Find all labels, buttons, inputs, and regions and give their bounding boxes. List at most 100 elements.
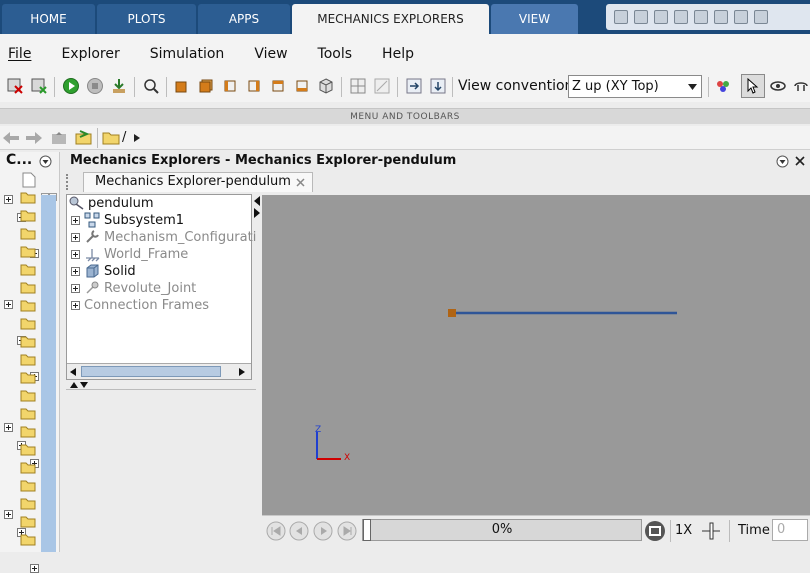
folder-icon[interactable] xyxy=(20,281,36,294)
tree-item-world-frame[interactable]: World_Frame xyxy=(71,246,188,262)
cut-icon[interactable] xyxy=(634,10,648,24)
pan-view-icon[interactable] xyxy=(792,77,810,95)
expand-icon[interactable] xyxy=(71,232,80,242)
tab-view[interactable]: VIEW xyxy=(491,4,578,34)
menu-help[interactable]: Help xyxy=(377,46,419,62)
play-back-icon[interactable] xyxy=(313,521,333,541)
collapse-panel-icon[interactable] xyxy=(254,196,260,218)
redo-icon[interactable] xyxy=(714,10,728,24)
view-right-icon[interactable] xyxy=(245,77,263,95)
expand-icon[interactable] xyxy=(71,249,80,259)
view-front-icon[interactable] xyxy=(173,77,191,95)
expand-right-icon[interactable] xyxy=(405,77,423,95)
view-back-icon[interactable] xyxy=(197,77,215,95)
folder-icon[interactable] xyxy=(20,497,36,510)
expand-icon[interactable] xyxy=(4,195,13,204)
tree-item-mechanism-configuration[interactable]: Mechanism_Configurati xyxy=(71,229,256,245)
folder-icon[interactable] xyxy=(20,515,36,528)
menu-simulation[interactable]: Simulation xyxy=(145,46,230,62)
tree-resize-handle[interactable] xyxy=(66,380,256,390)
expand-icon[interactable] xyxy=(30,564,39,573)
tab-mechanics-explorers[interactable]: MECHANICS EXPLORERS xyxy=(292,4,489,34)
folder-icon[interactable] xyxy=(20,353,36,366)
view-isometric-icon[interactable] xyxy=(317,77,335,95)
switch-windows-icon[interactable] xyxy=(734,10,748,24)
tree-item-revolute-joint[interactable]: Revolute_Joint xyxy=(71,280,196,296)
folder-icon[interactable] xyxy=(20,425,36,438)
folder-icon[interactable] xyxy=(20,191,36,204)
tree-h-scroll-thumb[interactable] xyxy=(81,366,221,377)
address-path[interactable]: / xyxy=(122,130,126,145)
loop-icon[interactable] xyxy=(644,520,666,542)
chevron-right-icon[interactable] xyxy=(134,134,140,142)
tree-h-scrollbar[interactable] xyxy=(67,363,251,379)
tree-root[interactable]: pendulum xyxy=(69,195,154,211)
paste-icon[interactable] xyxy=(674,10,688,24)
close-explorer-icon[interactable] xyxy=(6,77,24,95)
play-icon[interactable] xyxy=(62,77,80,95)
single-view-icon[interactable] xyxy=(373,77,391,95)
folder-icon[interactable] xyxy=(20,461,36,474)
folder-icon[interactable] xyxy=(20,407,36,420)
menu-and-toolbars-strip[interactable]: MENU AND TOOLBARS xyxy=(0,108,810,124)
left-scrollbar[interactable] xyxy=(41,195,56,552)
tab-plots[interactable]: PLOTS xyxy=(97,4,196,34)
back-arrow-icon[interactable] xyxy=(2,130,20,146)
tab-mechanics-explorer-pendulum[interactable]: Mechanics Explorer-pendulum xyxy=(83,172,313,192)
tree-item-subsystem1[interactable]: Subsystem1 xyxy=(71,212,184,228)
tree-item-solid[interactable]: Solid xyxy=(71,263,136,279)
zoom-fit-icon[interactable] xyxy=(142,77,160,95)
forward-arrow-icon[interactable] xyxy=(25,130,43,146)
split-view-icon[interactable] xyxy=(349,77,367,95)
playback-speed[interactable]: 1X xyxy=(675,523,692,538)
close-all-icon[interactable] xyxy=(30,77,48,95)
tree-item-connection-frames[interactable]: Connection Frames xyxy=(71,297,209,313)
step-forward-icon[interactable] xyxy=(337,521,357,541)
folder-icon[interactable] xyxy=(20,533,36,546)
folder-icon[interactable] xyxy=(20,389,36,402)
explorer-menu-icon[interactable] xyxy=(776,155,789,168)
folder-icon[interactable] xyxy=(20,371,36,384)
view-convention-select[interactable]: Z up (XY Top) xyxy=(568,75,702,98)
menu-file[interactable]: File xyxy=(3,46,36,62)
folder-icon[interactable] xyxy=(20,263,36,276)
expand-icon[interactable] xyxy=(4,423,13,432)
playback-progress[interactable]: 0% xyxy=(362,519,642,541)
expand-down-icon[interactable] xyxy=(429,77,447,95)
folder-icon[interactable] xyxy=(20,479,36,492)
scroll-right-icon[interactable] xyxy=(239,368,245,376)
help-icon[interactable] xyxy=(754,10,768,24)
folder-icon[interactable] xyxy=(20,245,36,258)
expand-icon[interactable] xyxy=(4,300,13,309)
skip-to-start-icon[interactable] xyxy=(266,521,286,541)
select-tool-button[interactable] xyxy=(741,74,765,98)
download-icon[interactable] xyxy=(110,77,128,95)
folder-icon[interactable] xyxy=(20,209,36,222)
undo-icon[interactable] xyxy=(694,10,708,24)
panel-menu-icon[interactable] xyxy=(39,155,52,168)
up-folder-icon[interactable] xyxy=(51,130,67,146)
expand-icon[interactable] xyxy=(71,266,80,276)
expand-icon[interactable] xyxy=(71,215,80,225)
time-input[interactable]: 0 xyxy=(772,519,808,541)
tab-home[interactable]: HOME xyxy=(2,4,95,34)
expand-icon[interactable] xyxy=(71,300,80,310)
tab-apps[interactable]: APPS xyxy=(198,4,290,34)
speed-slider-icon[interactable] xyxy=(700,521,722,541)
menu-tools[interactable]: Tools xyxy=(313,46,358,62)
copy-icon[interactable] xyxy=(654,10,668,24)
expand-icon[interactable] xyxy=(71,283,80,293)
view-left-icon[interactable] xyxy=(221,77,239,95)
tab-grip[interactable] xyxy=(66,174,70,190)
scroll-left-icon[interactable] xyxy=(70,368,76,376)
browse-folder-icon[interactable] xyxy=(75,129,93,146)
stop-icon[interactable] xyxy=(86,77,104,95)
folder-icon[interactable] xyxy=(20,443,36,456)
view-top-icon[interactable] xyxy=(269,77,287,95)
step-back-icon[interactable] xyxy=(289,521,309,541)
folder-icon[interactable] xyxy=(20,227,36,240)
menu-view[interactable]: View xyxy=(249,46,292,62)
folder-icon[interactable] xyxy=(20,299,36,312)
close-icon[interactable] xyxy=(795,156,805,166)
appearance-icon[interactable] xyxy=(714,77,732,95)
